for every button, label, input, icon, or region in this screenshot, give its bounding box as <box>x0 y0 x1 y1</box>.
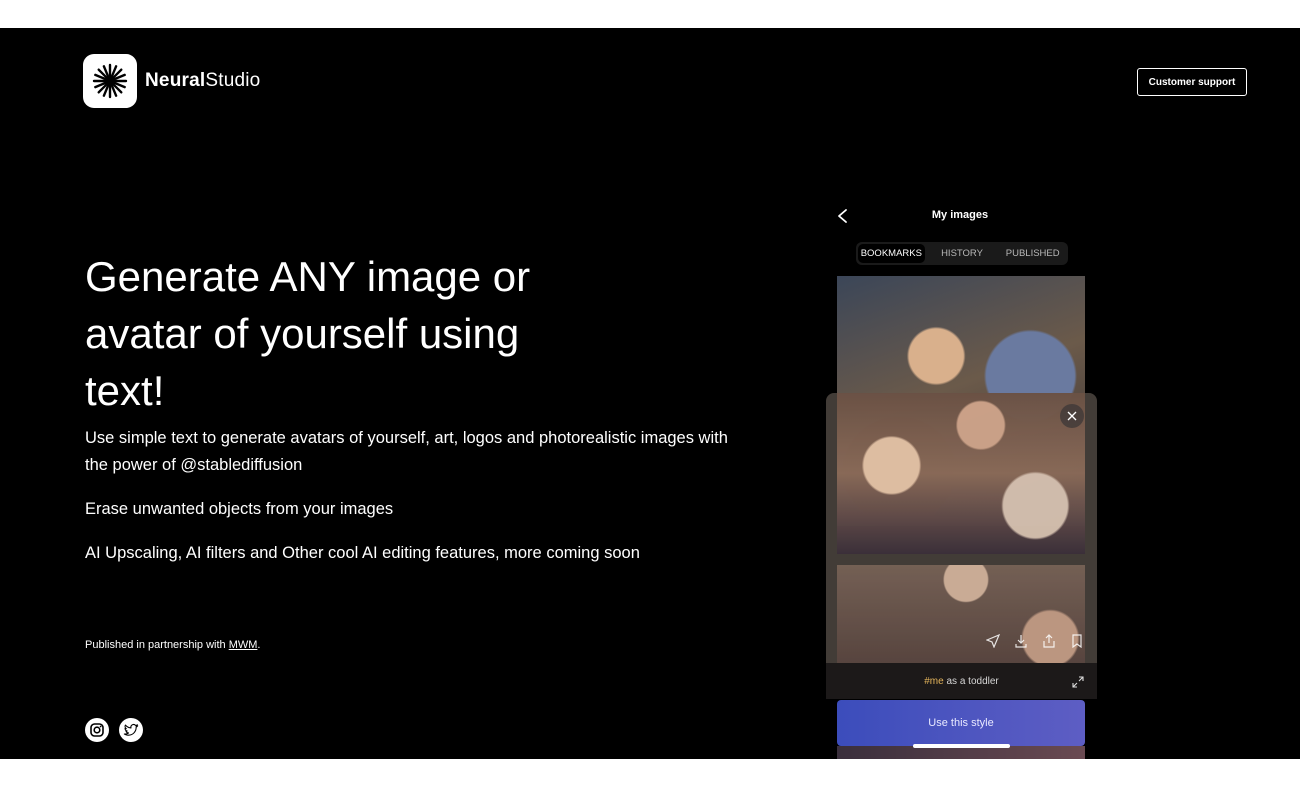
image-actions <box>985 633 1084 649</box>
prompt-text: #me as a toddler <box>826 676 1097 687</box>
brand-logo[interactable]: NeuralStudio <box>83 54 260 108</box>
brand-name-light: Studio <box>205 70 261 91</box>
prompt-rest: as a toddler <box>943 676 999 687</box>
expand-icon[interactable] <box>1072 675 1084 688</box>
partnership-suffix: . <box>257 639 261 651</box>
tab-published[interactable]: PUBLISHED <box>999 244 1066 263</box>
generated-image[interactable] <box>837 565 1085 663</box>
feature-text: AI Upscaling, AI filters and Other cool … <box>85 544 640 562</box>
generated-image[interactable] <box>837 393 1085 554</box>
hero-title: Generate ANY image or avatar of yourself… <box>85 253 531 414</box>
app-screen-title: My images <box>931 209 989 221</box>
download-icon[interactable] <box>1014 634 1028 648</box>
brand-name: NeuralStudio <box>145 70 260 92</box>
image-detail-sheet <box>826 393 1097 663</box>
prompt-tag: #me <box>924 676 944 687</box>
home-indicator <box>913 744 1010 748</box>
close-icon[interactable] <box>1060 404 1084 428</box>
landing-page: NeuralStudio Customer support Generate A… <box>0 28 1300 759</box>
mwm-link[interactable]: MWM <box>229 639 258 651</box>
feature-text: Use simple text to generate avatars of y… <box>85 429 728 474</box>
partnership-note: Published in partnership with MWM. <box>85 639 260 651</box>
app-preview: My images BOOKMARKS HISTORY PUBLISHED #m… <box>826 198 1098 759</box>
feature-text: Erase unwanted objects from your images <box>85 500 394 518</box>
use-this-style-button[interactable]: Use this style <box>837 700 1085 746</box>
share-icon[interactable] <box>1042 634 1056 648</box>
prompt-bar: #me as a toddler <box>826 663 1097 699</box>
send-icon[interactable] <box>985 633 1001 649</box>
bookmark-icon[interactable] <box>1070 634 1084 649</box>
social-links <box>85 718 143 742</box>
brand-name-bold: Neural <box>145 70 206 91</box>
instagram-icon[interactable] <box>85 718 109 742</box>
tab-bookmarks[interactable]: BOOKMARKS <box>858 244 925 263</box>
app-header: My images <box>826 198 1094 234</box>
feature-list: Use simple text to generate avatars of y… <box>85 425 745 584</box>
partnership-prefix: Published in partnership with <box>85 639 229 651</box>
customer-support-button[interactable]: Customer support <box>1137 68 1247 96</box>
twitter-icon[interactable] <box>119 718 143 742</box>
image-tabs: BOOKMARKS HISTORY PUBLISHED <box>856 242 1068 265</box>
starburst-logo-icon <box>83 54 137 108</box>
tab-history[interactable]: HISTORY <box>929 244 996 263</box>
